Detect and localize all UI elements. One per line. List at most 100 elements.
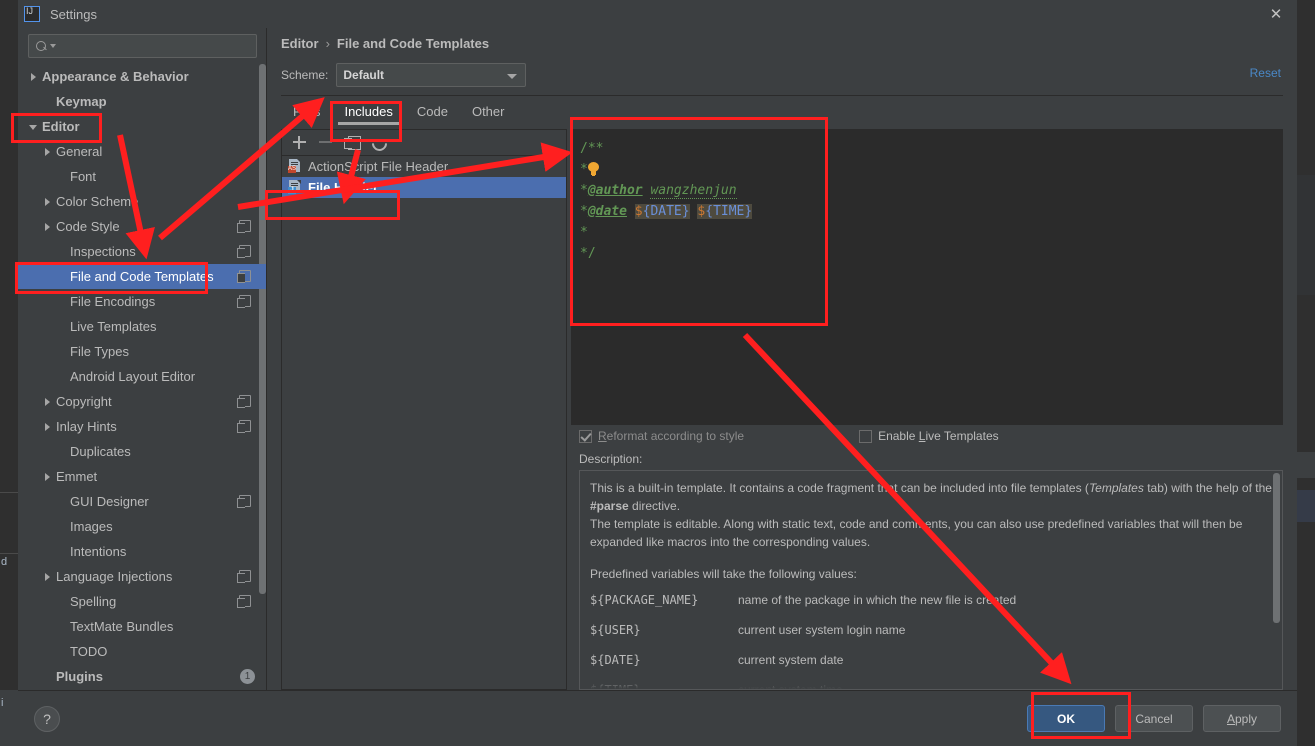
breadcrumb-parent[interactable]: Editor (281, 36, 319, 51)
tab-other[interactable]: Other (460, 100, 517, 125)
background-window-right (1296, 0, 1315, 746)
live-templates-checkbox-row[interactable]: Enable Live Templates (859, 429, 999, 443)
copy-settings-icon[interactable] (237, 495, 251, 508)
sidebar-item-intentions[interactable]: Intentions (18, 539, 267, 564)
sidebar-item-appearance-behavior[interactable]: Appearance & Behavior (18, 64, 267, 89)
search-input[interactable] (56, 39, 250, 53)
sidebar-item-file-and-code-templates[interactable]: File and Code Templates (18, 264, 267, 289)
sidebar-item-todo[interactable]: TODO (18, 639, 267, 664)
sidebar-item-emmet[interactable]: Emmet (18, 464, 267, 489)
copy-settings-icon[interactable] (237, 270, 251, 283)
sidebar-item-keymap[interactable]: Keymap (18, 89, 267, 114)
intellij-idea-logo-icon (24, 6, 40, 22)
copy-settings-icon[interactable] (237, 395, 251, 408)
sidebar-item-spelling[interactable]: Spelling (18, 589, 267, 614)
chevron-right-icon[interactable] (42, 396, 54, 408)
variable-row: ${USER} current user system login name (590, 615, 1272, 645)
chevron-right-icon[interactable] (42, 571, 54, 583)
sidebar-item-file-types[interactable]: File Types (18, 339, 267, 364)
variable-description: current system date (738, 652, 844, 667)
scheme-label: Scheme: (281, 67, 329, 82)
sidebar-search-wrap (18, 28, 267, 62)
search-box[interactable] (28, 34, 257, 58)
live-templates-checkbox[interactable] (859, 429, 873, 443)
sidebar-item-code-style[interactable]: Code Style (18, 214, 267, 239)
plugin-update-count-badge: 1 (240, 669, 255, 684)
minus-icon (314, 131, 338, 153)
sidebar-item-android-layout-editor[interactable]: Android Layout Editor (18, 364, 267, 389)
sidebar-item-file-encodings[interactable]: File Encodings (18, 289, 267, 314)
sidebar-item-font[interactable]: Font (18, 164, 267, 189)
template-list[interactable]: AS ActionScript File Header J File Header (282, 155, 566, 689)
tab-code[interactable]: Code (405, 100, 460, 125)
template-list-item[interactable]: AS ActionScript File Header (282, 156, 566, 177)
variable-name: ${PACKAGE_NAME} (590, 592, 699, 607)
template-category-tabs[interactable]: Files Includes Code Other (267, 96, 1297, 125)
chevron-right-icon[interactable] (42, 221, 54, 233)
sidebar-item-language-injections[interactable]: Language Injections (18, 564, 267, 589)
desc-p1-b: tab) with the help of the (1143, 480, 1272, 495)
reformat-checkbox-row[interactable]: Reformat according to style (579, 429, 744, 443)
template-list-item[interactable]: J File Header (282, 176, 566, 198)
scheme-select[interactable]: Default (336, 62, 527, 87)
sidebar-item-copyright[interactable]: Copyright (18, 389, 267, 414)
copy-settings-icon[interactable] (237, 420, 251, 433)
template-code-editor[interactable]: /** * *@author wangzhenjun *@date ${DATE} $… (571, 128, 1283, 425)
sidebar-item-duplicates[interactable]: Duplicates (18, 439, 267, 464)
apply-button[interactable]: Apply (1203, 705, 1281, 732)
template-options-row: Reformat according to style Enable Live … (571, 425, 1283, 448)
cancel-button[interactable]: Cancel (1115, 705, 1193, 732)
chevron-right-icon[interactable] (28, 71, 40, 83)
background-panel-right-3 (1296, 490, 1315, 522)
sidebar-item-inspections[interactable]: Inspections (18, 239, 267, 264)
settings-tree[interactable]: Appearance & Behavior Keymap Editor General… (18, 62, 267, 690)
description-box[interactable]: This is a built-in template. It contains… (579, 469, 1283, 690)
copy-settings-icon[interactable] (237, 595, 251, 608)
macro-delimiter: $ (634, 203, 643, 219)
chevron-right-icon[interactable] (42, 421, 54, 433)
copy-icon[interactable] (340, 131, 364, 153)
copy-settings-icon[interactable] (237, 570, 251, 583)
sidebar-item-general[interactable]: General (18, 139, 267, 164)
macro-token: {DATE} (642, 203, 690, 219)
template-list-item-label: ActionScript File Header (308, 158, 449, 174)
sidebar-item-color-scheme[interactable]: Color Scheme (18, 189, 267, 214)
copy-settings-icon[interactable] (237, 220, 251, 233)
reset-link[interactable]: Reset (1250, 66, 1281, 80)
tab-files[interactable]: Files (281, 100, 332, 125)
reset-icon[interactable] (366, 131, 390, 153)
chevron-right-icon[interactable] (42, 146, 54, 158)
background-panel-right-1 (1296, 175, 1315, 295)
title-bar: Settings ✕ (18, 0, 1297, 28)
reformat-checkbox[interactable] (579, 429, 592, 443)
chevron-right-icon[interactable] (42, 196, 54, 208)
template-list-toolbar[interactable] (282, 130, 566, 156)
code-comment: * (580, 182, 588, 198)
close-icon[interactable]: ✕ (1265, 4, 1287, 24)
description-paragraph-3: Predefined variables will take the follo… (590, 566, 857, 581)
sidebar-item-gui-designer[interactable]: GUI Designer (18, 489, 267, 514)
sidebar-item-inlay-hints[interactable]: Inlay Hints (18, 414, 267, 439)
copy-settings-icon[interactable] (237, 295, 251, 308)
scheme-value: Default (343, 67, 385, 82)
sidebar-item-label: Keymap (56, 94, 107, 109)
help-button[interactable]: ? (34, 705, 60, 732)
chevron-right-icon[interactable] (42, 471, 54, 483)
sidebar-item-label: Inlay Hints (56, 419, 117, 434)
sidebar-item-label: Copyright (56, 394, 112, 409)
sidebar-item-textmate-bundles[interactable]: TextMate Bundles (18, 614, 267, 639)
plus-icon[interactable] (288, 131, 312, 153)
lightbulb-icon[interactable] (587, 161, 599, 176)
sidebar-item-plugins[interactable]: Plugins 1 (18, 664, 267, 689)
chevron-down-icon[interactable] (28, 121, 40, 133)
sidebar-item-live-templates[interactable]: Live Templates (18, 314, 267, 339)
copy-settings-icon[interactable] (237, 245, 251, 258)
sidebar-item-editor[interactable]: Editor (18, 114, 267, 139)
ok-button[interactable]: OK (1027, 705, 1105, 732)
sidebar-item-label: Android Layout Editor (70, 369, 196, 384)
tab-includes[interactable]: Includes (332, 100, 404, 125)
description-scrollbar[interactable] (1273, 472, 1280, 623)
sidebar-item-images[interactable]: Images (18, 514, 267, 539)
